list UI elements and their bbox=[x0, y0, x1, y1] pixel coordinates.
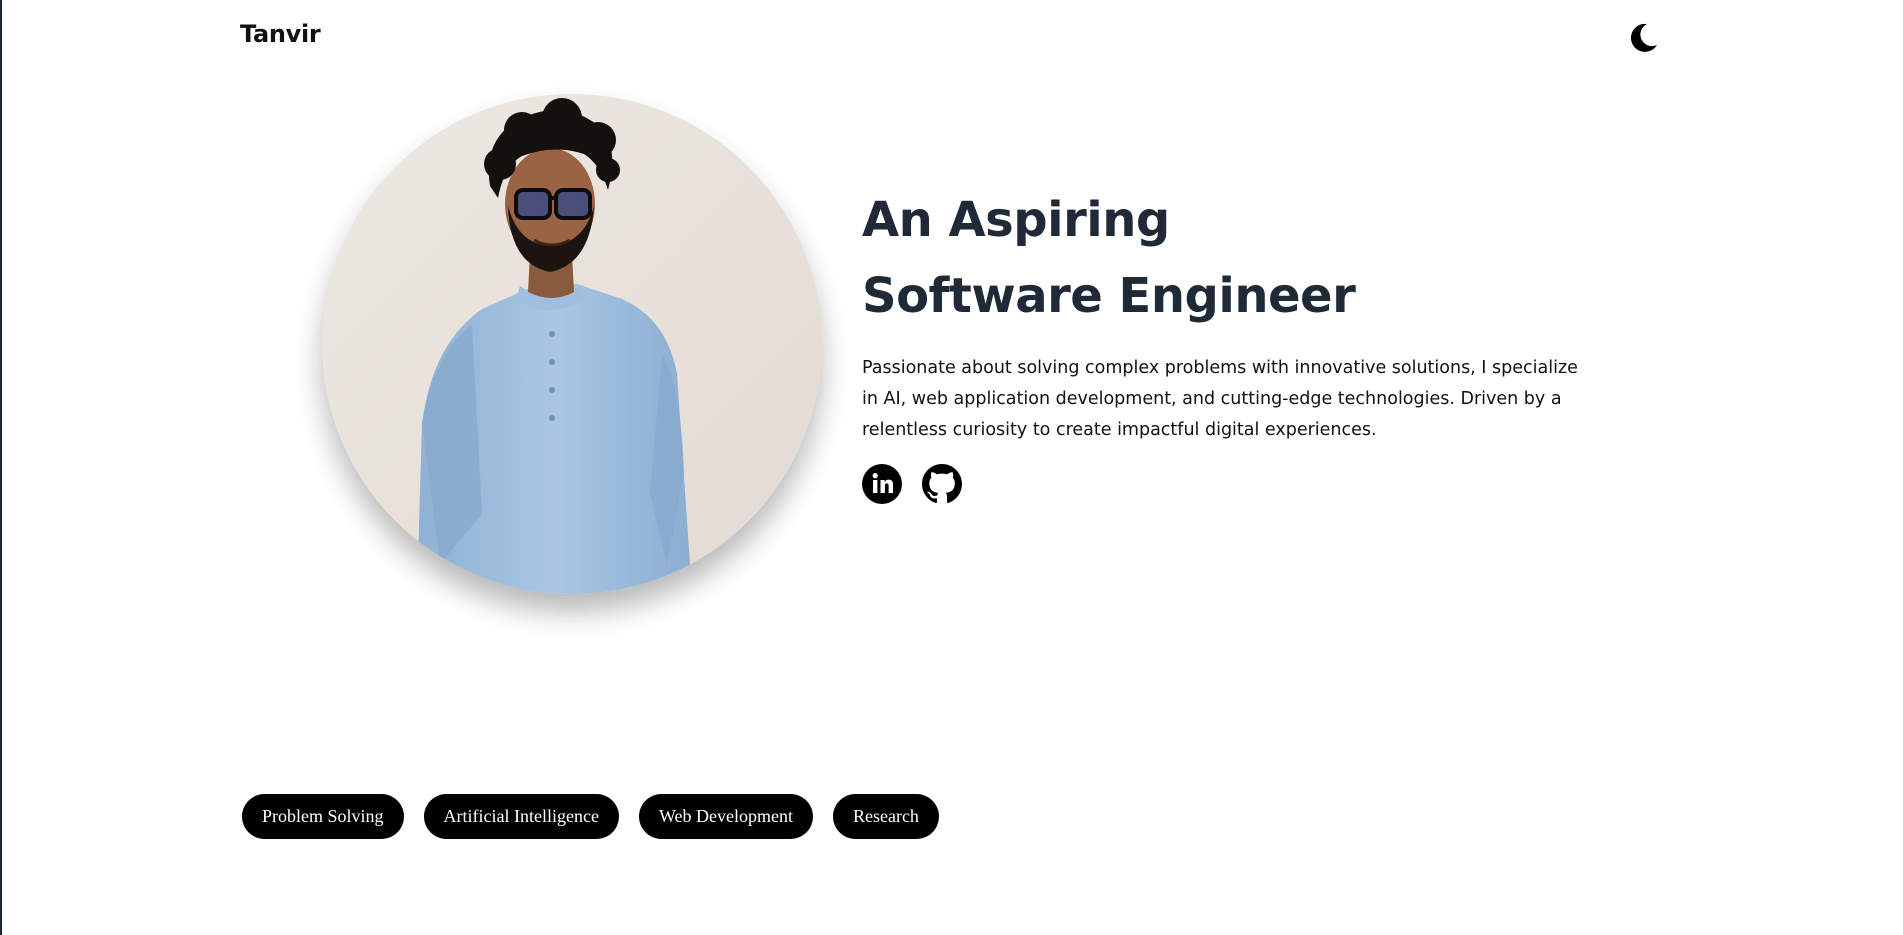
hero-title-line-1: An Aspiring bbox=[862, 192, 1170, 248]
skills-list: Problem Solving Artificial Intelligence … bbox=[242, 794, 939, 839]
hero-title-line-2: Software Engineer bbox=[862, 268, 1356, 324]
skill-pill-problem-solving: Problem Solving bbox=[242, 794, 404, 839]
profile-photo-illustration bbox=[322, 94, 822, 594]
linkedin-icon bbox=[862, 464, 902, 504]
linkedin-link[interactable] bbox=[862, 464, 902, 504]
skill-pill-artificial-intelligence: Artificial Intelligence bbox=[423, 794, 619, 839]
brand-logo[interactable]: Tanvir bbox=[240, 20, 321, 48]
social-links bbox=[862, 464, 962, 504]
hero-title: An Aspiring Software Engineer bbox=[862, 182, 1356, 334]
github-icon bbox=[922, 464, 962, 504]
skill-pill-web-development: Web Development bbox=[638, 794, 813, 839]
github-link[interactable] bbox=[922, 464, 962, 504]
moon-icon bbox=[1630, 23, 1657, 52]
theme-toggle-button[interactable] bbox=[1623, 18, 1663, 58]
skill-pill-research: Research bbox=[832, 794, 939, 839]
window-edge bbox=[0, 0, 2, 935]
hero-description: Passionate about solving complex problem… bbox=[862, 358, 1578, 440]
profile-photo bbox=[322, 94, 822, 594]
